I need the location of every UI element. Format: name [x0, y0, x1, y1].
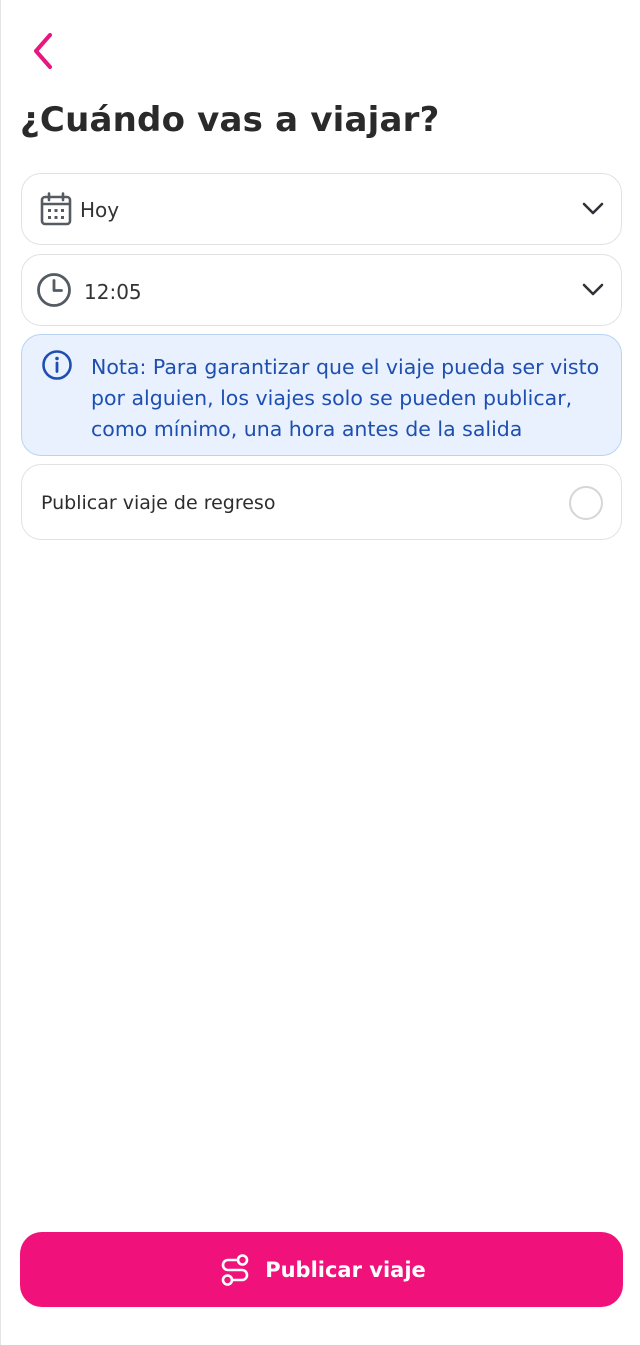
- date-select[interactable]: Hoy: [21, 173, 622, 245]
- return-trip-radio[interactable]: [569, 486, 603, 520]
- time-value: 12:05: [84, 280, 142, 304]
- publish-trip-button[interactable]: Publicar viaje: [20, 1232, 623, 1307]
- chevron-down-icon: [581, 278, 605, 302]
- chevron-left-icon: [34, 33, 52, 69]
- clock-icon: [36, 272, 72, 308]
- info-icon: [41, 349, 73, 381]
- publish-trip-screen: ¿Cuándo vas a viajar? Hoy 12:05 Nota: Pa…: [0, 0, 640, 1345]
- date-value: Hoy: [80, 198, 120, 222]
- return-trip-label: Publicar viaje de regreso: [41, 492, 276, 514]
- calendar-icon: [38, 191, 74, 227]
- route-icon: [217, 1252, 253, 1288]
- return-trip-toggle[interactable]: Publicar viaje de regreso: [21, 464, 622, 540]
- chevron-down-icon: [581, 197, 605, 221]
- back-button[interactable]: [23, 28, 63, 74]
- note-text: Nota: Para garantizar que el viaje pueda…: [91, 355, 600, 441]
- page-title: ¿Cuándo vas a viajar?: [20, 100, 440, 140]
- publish-trip-label: Publicar viaje: [265, 1257, 426, 1282]
- time-select[interactable]: 12:05: [21, 254, 622, 326]
- info-note: Nota: Para garantizar que el viaje pueda…: [21, 334, 622, 456]
